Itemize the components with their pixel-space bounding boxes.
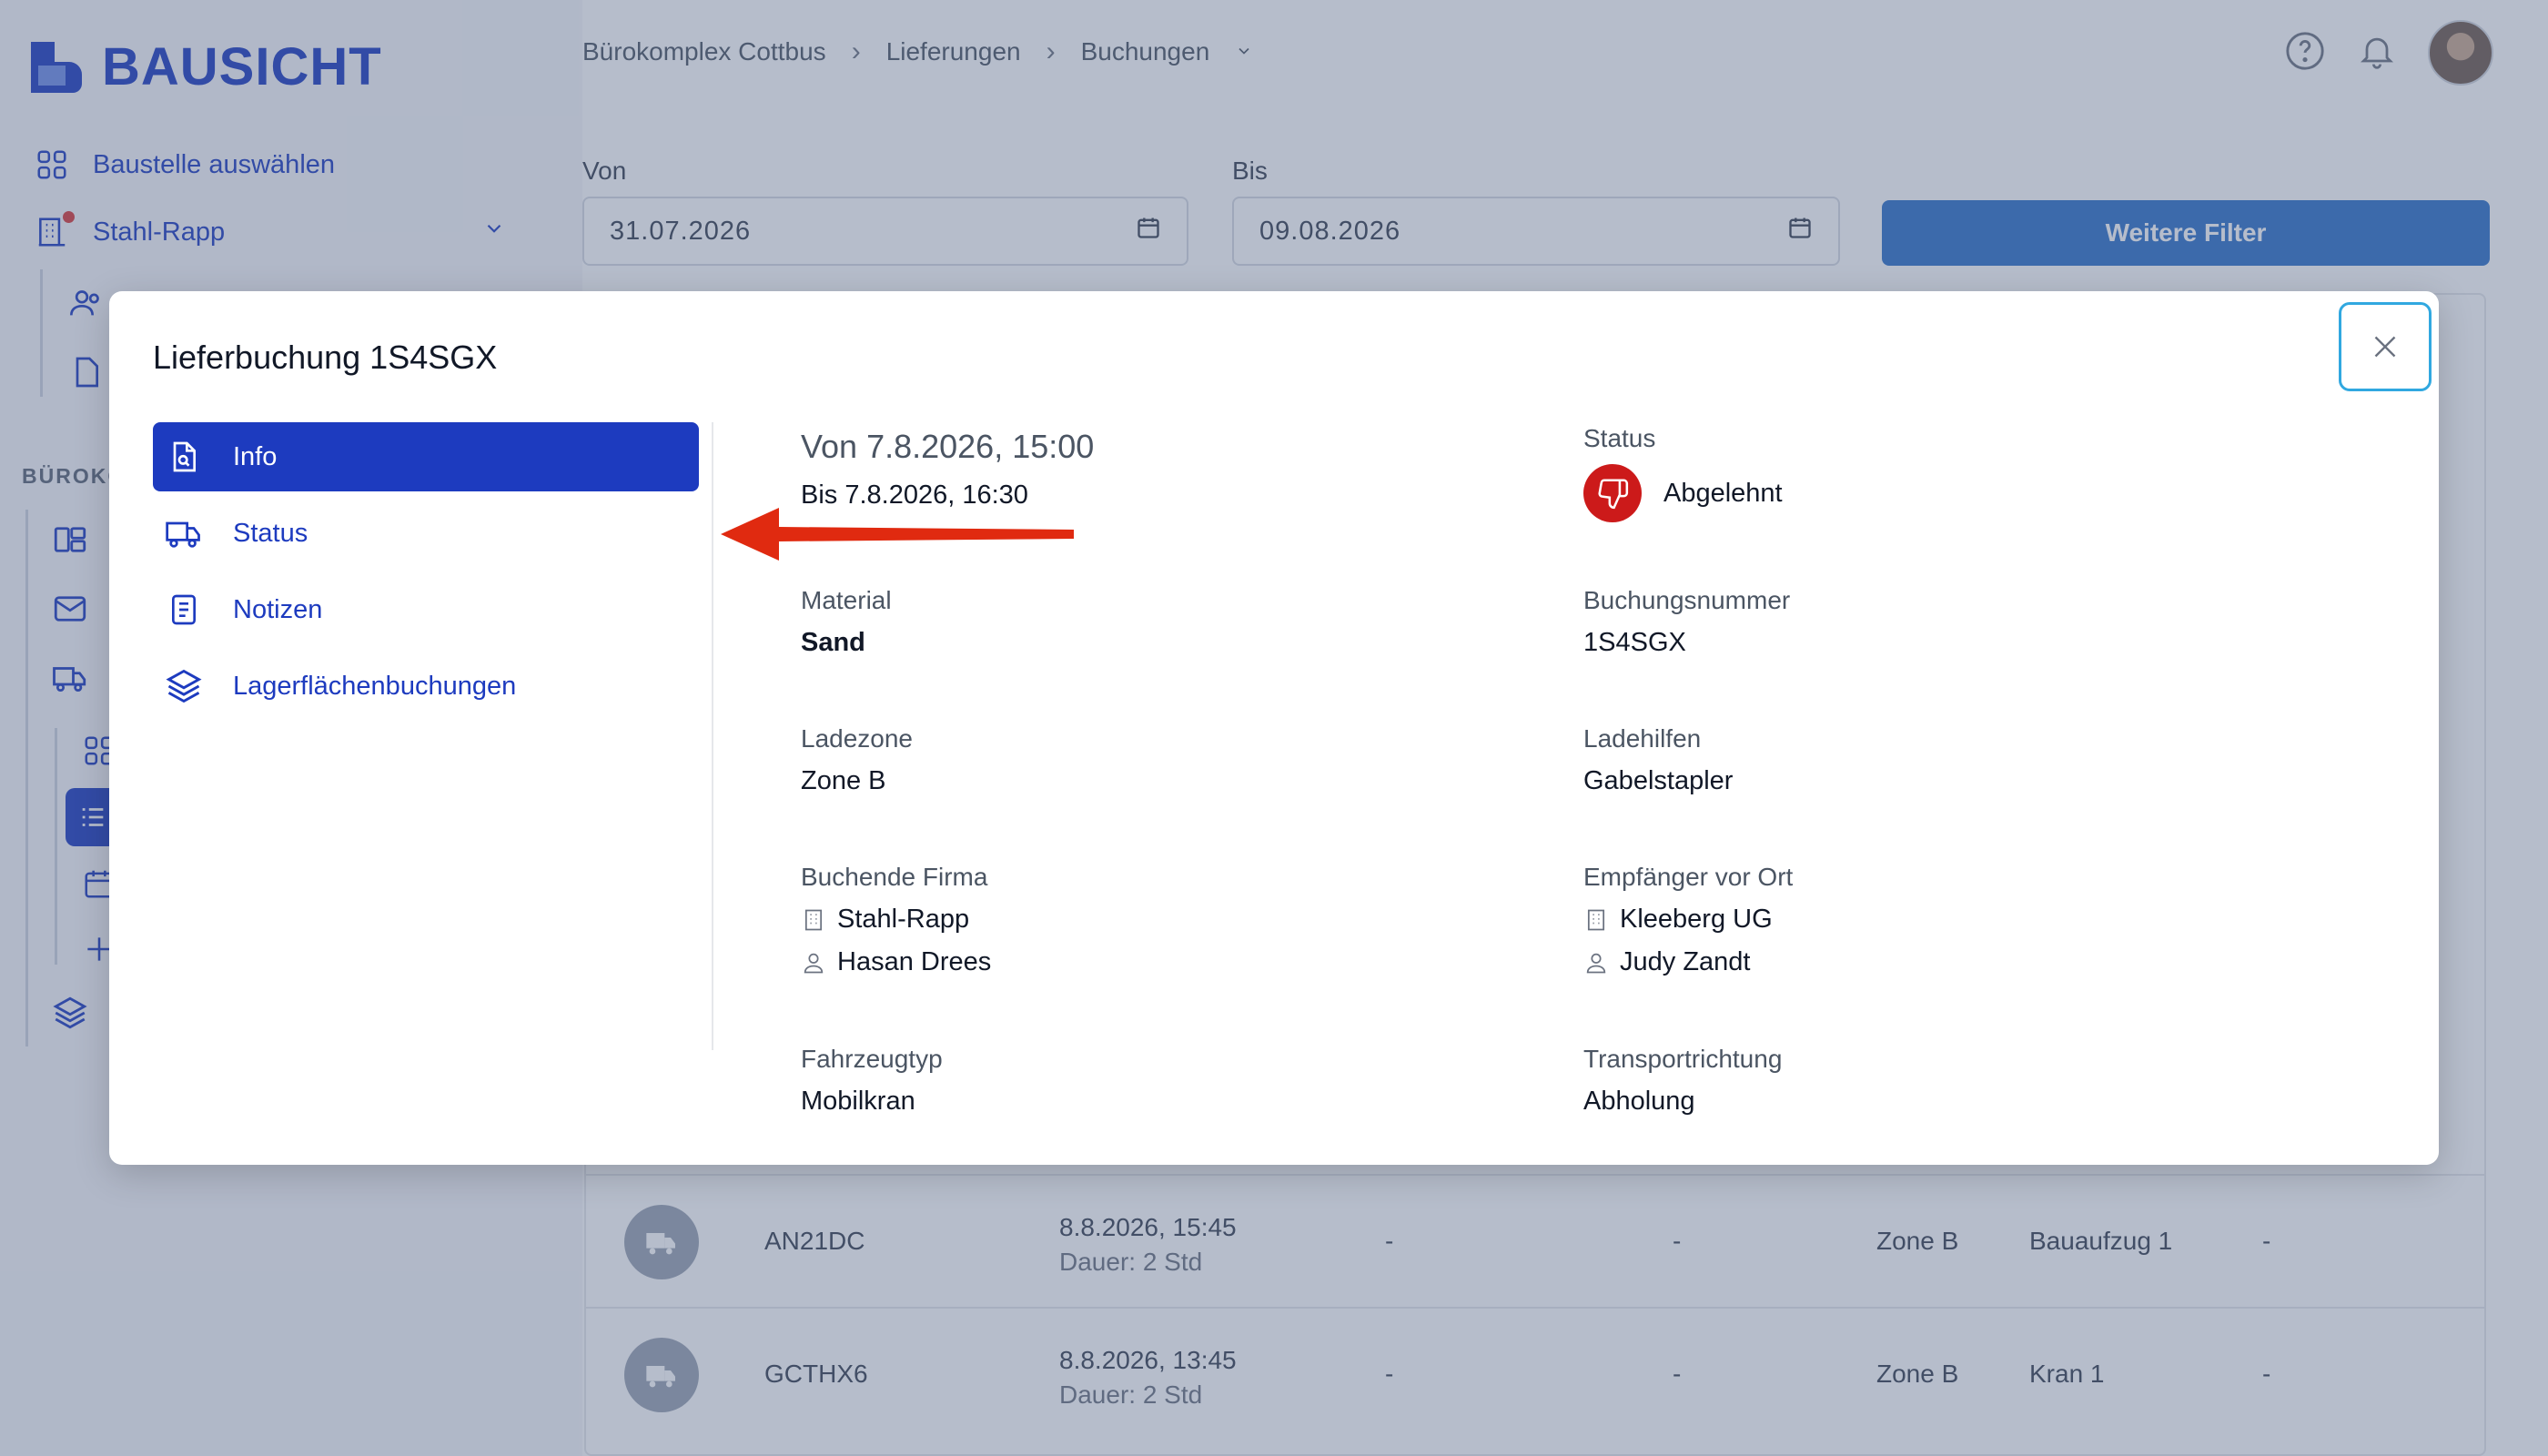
- recipient-company-value: Kleeberg UG: [1620, 905, 1773, 934]
- vehicle-type-label: Fahrzeugtyp: [801, 1045, 943, 1073]
- booking-company-row: Stahl-Rapp: [801, 905, 991, 935]
- notes-icon: [162, 588, 206, 632]
- document-search-icon: [162, 435, 206, 479]
- booking-number-label: Buchungsnummer: [1583, 586, 1791, 614]
- tab-notes[interactable]: Notizen: [153, 575, 699, 644]
- booking-company-field: Buchende Firma Stahl-Rapp Hasan Drees: [801, 863, 991, 977]
- modal-title: Lieferbuchung 1S4SGX: [153, 339, 498, 376]
- transport-direction-field: Transportrichtung Abholung: [1583, 1045, 1782, 1117]
- loading-aids-label: Ladehilfen: [1583, 724, 1702, 753]
- booking-company-value: Stahl-Rapp: [837, 905, 970, 934]
- loading-zone-label: Ladezone: [801, 724, 914, 753]
- tab-info-label: Info: [233, 441, 278, 471]
- booking-detail-modal: Lieferbuchung 1S4SGX Info Status Notizen: [109, 291, 2439, 1165]
- close-button[interactable]: [2339, 302, 2432, 391]
- thumbs-down-icon: [1583, 464, 1642, 522]
- time-window: Von 7.8.2026, 15:00 Bis 7.8.2026, 16:30: [801, 428, 1094, 511]
- status-value: Abgelehnt: [1663, 478, 1783, 508]
- divider: [712, 422, 713, 1050]
- recipient-person-row: Judy Zandt: [1583, 947, 1793, 977]
- loading-zone-field: Ladezone Zone B: [801, 724, 913, 796]
- loading-zone-value: Zone B: [801, 766, 886, 795]
- material-label: Material: [801, 586, 892, 614]
- tab-status-label: Status: [233, 518, 308, 548]
- layers-icon: [162, 664, 206, 708]
- loading-aids-value: Gabelstapler: [1583, 766, 1734, 795]
- booking-company-label: Buchende Firma: [801, 863, 988, 891]
- tab-info[interactable]: Info: [153, 422, 699, 491]
- vehicle-type-value: Mobilkran: [801, 1087, 915, 1116]
- booking-person-row: Hasan Drees: [801, 947, 991, 977]
- recipient-field: Empfänger vor Ort Kleeberg UG Judy Zandt: [1583, 863, 1793, 977]
- material-value: Sand: [801, 628, 865, 657]
- material-field: Material Sand: [801, 586, 892, 658]
- transport-direction-value: Abholung: [1583, 1087, 1695, 1116]
- status-label: Status: [1583, 424, 1656, 452]
- recipient-person-value: Judy Zandt: [1620, 947, 1751, 976]
- loading-aids-field: Ladehilfen Gabelstapler: [1583, 724, 1733, 796]
- building-icon: [1587, 909, 1605, 930]
- annotation-arrow-icon: [721, 508, 1074, 561]
- recipient-label: Empfänger vor Ort: [1583, 863, 1794, 891]
- truck-icon: [162, 511, 206, 555]
- booking-number-value: 1S4SGX: [1583, 628, 1686, 657]
- tab-storage-bookings-label: Lagerflächenbuchungen: [233, 671, 517, 701]
- tab-notes-label: Notizen: [233, 594, 323, 624]
- user-icon: [1586, 953, 1606, 973]
- booking-person-value: Hasan Drees: [837, 947, 992, 976]
- user-icon: [804, 953, 824, 973]
- building-icon: [804, 909, 823, 930]
- modal-tabs: Info Status Notizen Lagerflächenbuchunge…: [153, 422, 699, 728]
- close-icon: [2374, 336, 2396, 358]
- recipient-company-row: Kleeberg UG: [1583, 905, 1793, 935]
- status-row: Abgelehnt: [1583, 464, 1783, 522]
- booking-number-field: Buchungsnummer 1S4SGX: [1583, 586, 1790, 658]
- tab-status[interactable]: Status: [153, 499, 699, 568]
- tab-storage-bookings[interactable]: Lagerflächenbuchungen: [153, 652, 699, 721]
- transport-direction-label: Transportrichtung: [1583, 1045, 1783, 1073]
- status-field: Status Abgelehnt: [1583, 424, 1783, 522]
- time-from: Von 7.8.2026, 15:00: [801, 428, 1095, 465]
- vehicle-type-field: Fahrzeugtyp Mobilkran: [801, 1045, 943, 1117]
